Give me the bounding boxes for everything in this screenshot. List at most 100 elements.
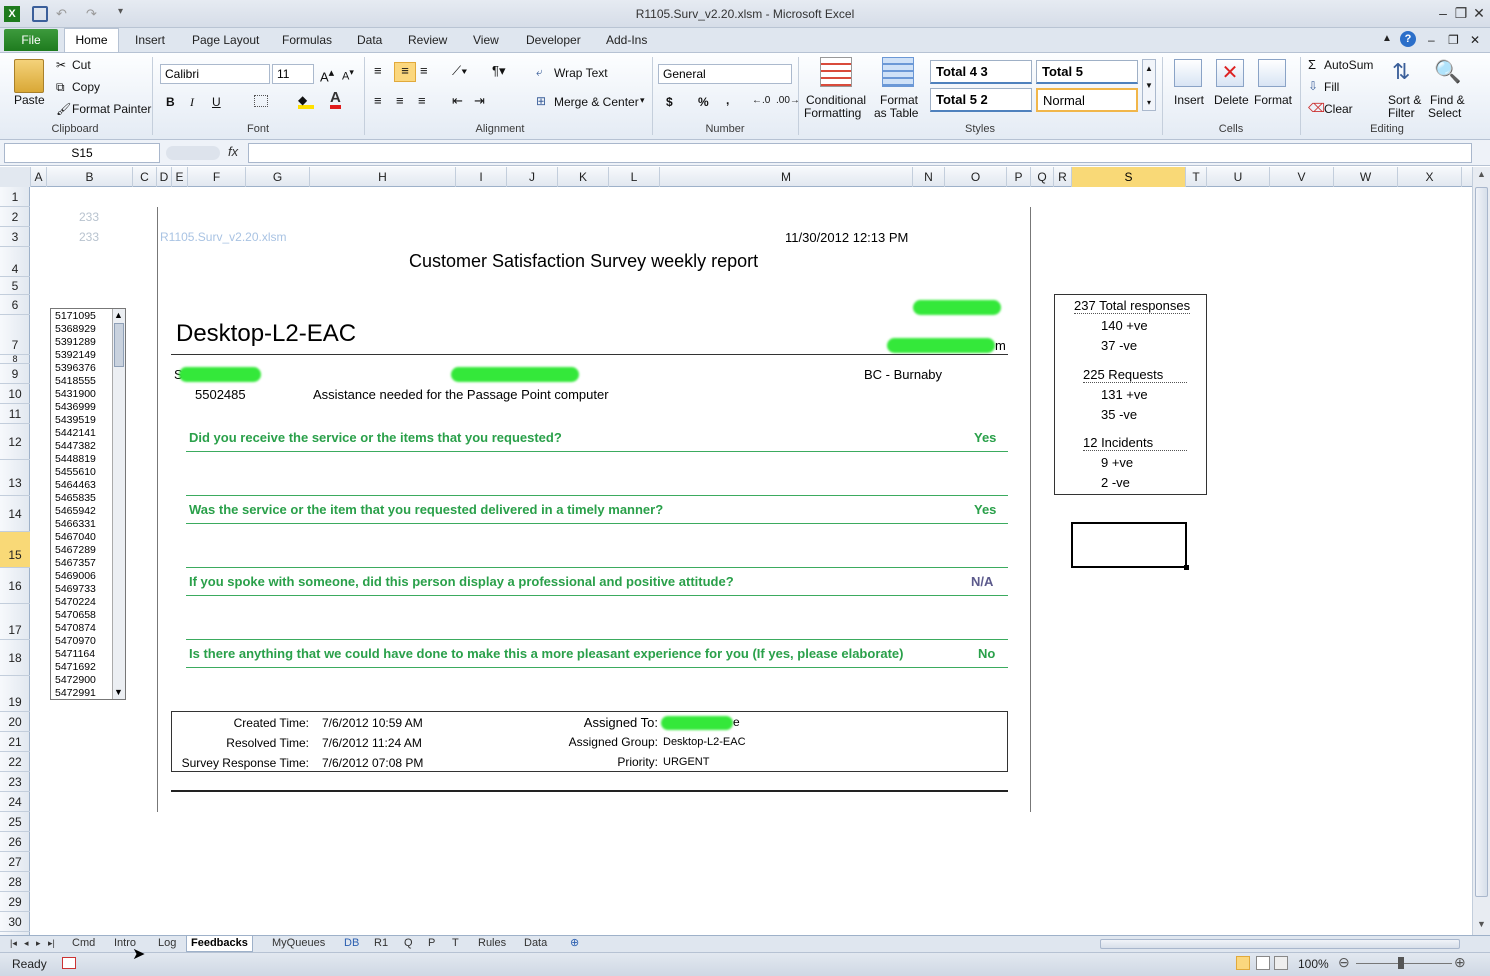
sheet-tab-data[interactable]: Data (520, 936, 551, 952)
list-item[interactable]: 5469006 (55, 570, 96, 582)
row-header[interactable]: 9 (0, 364, 30, 384)
column-header[interactable]: P (1007, 167, 1031, 187)
insert-sheet-icon[interactable]: ⊕ (566, 936, 583, 952)
decrease-decimal-icon[interactable]: .00→ (776, 95, 800, 106)
format-as-table-button[interactable]: Format (880, 93, 918, 107)
list-item[interactable]: 5467040 (55, 531, 96, 543)
sheet-tab-r1[interactable]: R1 (370, 936, 392, 952)
row-header[interactable]: 5 (0, 277, 30, 295)
borders-icon[interactable] (254, 95, 268, 107)
list-item[interactable]: 5467357 (55, 557, 96, 569)
percent-button[interactable]: % (698, 95, 709, 109)
paste-button[interactable]: Paste (14, 93, 45, 107)
list-item[interactable]: 5418555 (55, 375, 96, 387)
row-header[interactable]: 3 (0, 227, 30, 247)
column-header[interactable]: V (1270, 167, 1334, 187)
row-header[interactable]: 6 (0, 295, 30, 315)
scroll-down-icon[interactable]: ▼ (1477, 919, 1486, 929)
align-top-icon[interactable]: ≡ (374, 63, 382, 78)
increase-decimal-icon[interactable]: ←.0 (752, 95, 770, 106)
row-header[interactable]: 11 (0, 404, 30, 424)
column-header[interactable]: H (310, 167, 456, 187)
style-total-5[interactable]: Total 5 (1036, 60, 1138, 84)
list-item[interactable]: 5470874 (55, 622, 96, 634)
row-header[interactable]: 29 (0, 892, 30, 912)
cut-button[interactable]: Cut (72, 58, 91, 72)
row-header[interactable]: 24 (0, 792, 30, 812)
row-header[interactable]: 18 (0, 640, 30, 676)
row-header[interactable]: 21 (0, 732, 30, 752)
list-item[interactable]: 5472991 (55, 687, 96, 699)
list-item[interactable]: 5171095 (55, 310, 96, 322)
clear-button[interactable]: Clear (1324, 102, 1353, 116)
format-cells-button[interactable]: Format (1254, 93, 1292, 107)
font-size-combo[interactable]: 11 (272, 64, 314, 84)
first-sheet-icon[interactable]: |◂ (6, 936, 21, 952)
column-header[interactable]: K (558, 167, 609, 187)
listbox-scrollbar[interactable]: ▲ ▼ (112, 309, 125, 699)
list-item[interactable]: 5471164 (55, 648, 95, 660)
zoom-in-icon[interactable]: ⊕ (1454, 954, 1466, 971)
align-bottom-icon[interactable]: ≡ (420, 63, 428, 78)
list-item[interactable]: 5472900 (55, 674, 96, 686)
list-item[interactable]: 5447382 (55, 440, 96, 452)
list-item[interactable]: 5442141 (55, 427, 96, 439)
vertical-scrollbar[interactable]: ▲ ▼ (1472, 167, 1490, 935)
worksheet-grid[interactable]: 233 233 R1105.Surv_v2.20.xlsm 11/30/2012… (31, 187, 1472, 935)
row-header[interactable]: 28 (0, 872, 30, 892)
tab-add-ins[interactable]: Add-Ins (606, 33, 647, 47)
row-header-selected[interactable]: 15 (0, 532, 30, 568)
decrease-indent-icon[interactable]: ⇤ (452, 93, 463, 109)
row-header[interactable]: 13 (0, 460, 30, 496)
column-header[interactable]: E (172, 167, 188, 187)
tab-view[interactable]: View (473, 33, 499, 47)
text-direction-icon[interactable]: ¶▾ (492, 63, 506, 79)
tab-formulas[interactable]: Formulas (282, 33, 332, 47)
align-left-icon[interactable]: ≡ (374, 93, 382, 108)
row-header[interactable]: 25 (0, 812, 30, 832)
column-header[interactable]: F (188, 167, 246, 187)
column-header[interactable]: J (507, 167, 558, 187)
column-header[interactable]: T (1186, 167, 1207, 187)
list-item[interactable]: 5368929 (55, 323, 96, 335)
format-painter-button[interactable]: Format Painter (72, 102, 151, 116)
sheet-tab-rules[interactable]: Rules (474, 936, 510, 952)
list-item[interactable]: 5465942 (55, 505, 96, 517)
align-center-icon[interactable]: ≡ (396, 93, 404, 108)
column-header[interactable]: W (1334, 167, 1398, 187)
list-item[interactable]: 5471692 (55, 661, 96, 673)
row-header[interactable]: 27 (0, 852, 30, 872)
sheet-tab-feedbacks[interactable]: Feedbacks (186, 936, 253, 952)
tab-developer[interactable]: Developer (526, 33, 581, 47)
row-header[interactable]: 30 (0, 912, 30, 932)
row-header[interactable]: 16 (0, 568, 30, 604)
row-header[interactable]: 4 (0, 247, 30, 277)
row-header[interactable]: 17 (0, 604, 30, 640)
column-header[interactable]: N (913, 167, 945, 187)
font-name-combo[interactable]: Calibri (160, 64, 270, 84)
list-item[interactable]: 5448819 (55, 453, 96, 465)
list-item[interactable]: 5470970 (55, 635, 96, 647)
insert-function-icon[interactable]: fx (228, 144, 238, 159)
find-select-button[interactable]: Find & (1430, 93, 1465, 107)
page-break-view-icon[interactable] (1274, 956, 1288, 970)
scroll-down-icon[interactable]: ▼ (114, 687, 123, 697)
sheet-tab-cmd[interactable]: Cmd (68, 936, 99, 952)
formula-input[interactable] (248, 143, 1472, 163)
fill-button[interactable]: Fill (1324, 80, 1339, 94)
list-item[interactable]: 5467289 (55, 544, 96, 556)
row-header[interactable]: 23 (0, 772, 30, 792)
delete-cells-button[interactable]: Delete (1214, 93, 1249, 107)
list-item[interactable]: 5431900 (55, 388, 96, 400)
italic-button[interactable]: I (190, 95, 194, 110)
row-header[interactable]: 8 (0, 355, 30, 364)
orientation-icon[interactable]: ⟋▾ (452, 63, 467, 79)
column-header[interactable]: C (133, 167, 157, 187)
column-header-selected[interactable]: S (1072, 167, 1186, 187)
list-item[interactable]: 5466331 (55, 518, 96, 530)
style-total-5-2[interactable]: Total 5 2 (930, 88, 1032, 112)
sheet-tab-t[interactable]: T (448, 936, 463, 952)
column-header[interactable]: B (47, 167, 133, 187)
scroll-up-icon[interactable]: ▲ (114, 310, 123, 320)
minimize-icon[interactable]: – (1434, 4, 1452, 22)
